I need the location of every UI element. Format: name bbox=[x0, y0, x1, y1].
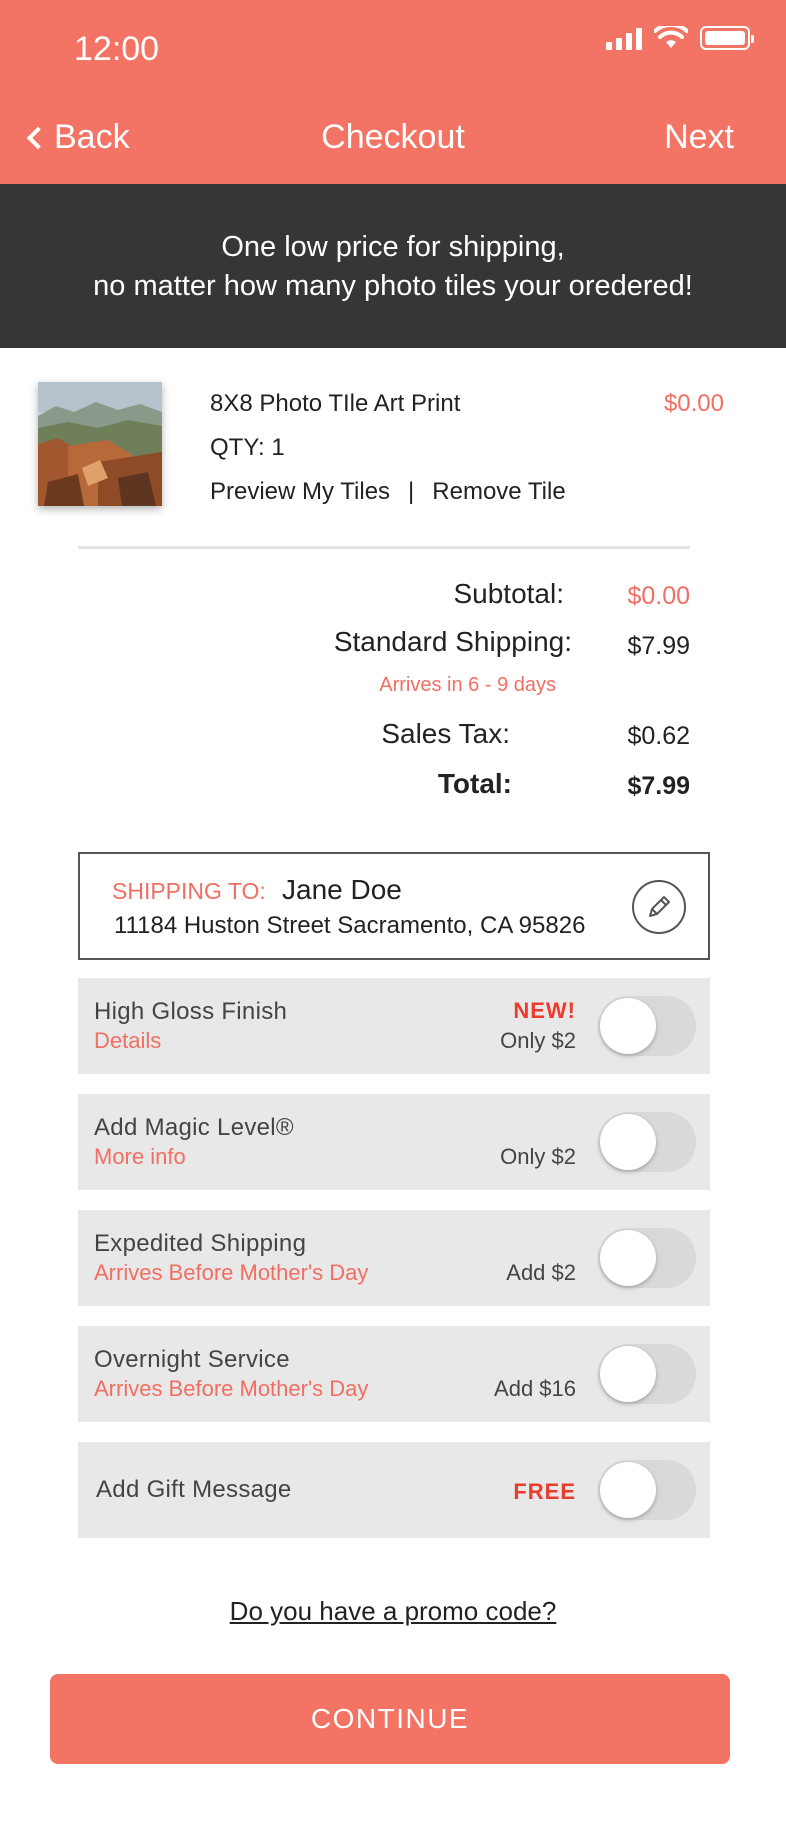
option-subtitle: Arrives Before Mother's Day bbox=[94, 1376, 369, 1401]
option-magic-level: Add Magic Level® More info Only $2 bbox=[78, 1094, 710, 1190]
item-links: Preview My Tiles | Remove Tile bbox=[210, 478, 566, 506]
option-high-gloss: High Gloss Finish Details NEW! Only $2 bbox=[78, 978, 710, 1074]
subtotal-label: Subtotal: bbox=[453, 578, 564, 609]
option-gift-message: Add Gift Message FREE bbox=[78, 1442, 710, 1538]
next-button[interactable]: Next bbox=[664, 118, 734, 157]
banner-line-2: no matter how many photo tiles your ored… bbox=[93, 270, 693, 302]
promo-code-link[interactable]: Do you have a promo code? bbox=[230, 1596, 557, 1626]
signal-icon bbox=[606, 26, 642, 50]
banner-line-1: One low price for shipping, bbox=[221, 231, 565, 263]
option-price: Add $16 bbox=[494, 1376, 576, 1401]
canyon-photo-image bbox=[38, 382, 162, 506]
more-info-link[interactable]: More info bbox=[94, 1144, 186, 1170]
tax-label: Sales Tax: bbox=[381, 718, 510, 749]
details-link[interactable]: Details bbox=[94, 1028, 161, 1054]
shipping-address-card: SHIPPING TO: Jane Doe 11184 Huston Stree… bbox=[78, 852, 710, 960]
option-price: Only $2 bbox=[500, 1144, 576, 1169]
shipping-banner: One low price for shipping, no matter ho… bbox=[0, 184, 786, 348]
preview-tiles-link[interactable]: Preview My Tiles bbox=[210, 478, 390, 506]
arrives-estimate: Arrives in 6 - 9 days bbox=[379, 674, 556, 696]
total-label: Total: bbox=[437, 768, 512, 799]
item-name: 8X8 Photo TIle Art Print bbox=[210, 390, 461, 417]
item-thumbnail bbox=[38, 382, 162, 506]
subtotal-value: $0.00 bbox=[627, 582, 690, 610]
option-title: Add Gift Message bbox=[96, 1476, 292, 1503]
expedited-shipping-toggle[interactable] bbox=[598, 1228, 696, 1288]
option-title: High Gloss Finish bbox=[94, 998, 288, 1025]
tax-value: $0.62 bbox=[627, 722, 690, 750]
status-icons bbox=[606, 26, 754, 50]
app-header: 12:00 Back Checkout Next bbox=[0, 0, 786, 184]
divider bbox=[78, 546, 690, 549]
shipping-address: 11184 Huston Street Sacramento, CA 95826 bbox=[114, 912, 586, 939]
high-gloss-toggle[interactable] bbox=[598, 996, 696, 1056]
shipping-name: Jane Doe bbox=[282, 874, 402, 905]
option-title: Overnight Service bbox=[94, 1346, 290, 1373]
item-qty: QTY: 1 bbox=[210, 434, 285, 461]
shipping-label: Standard Shipping: bbox=[333, 626, 572, 657]
wifi-icon bbox=[654, 26, 688, 48]
new-badge: NEW! bbox=[513, 998, 576, 1023]
shipping-value: $7.99 bbox=[627, 632, 690, 660]
promo-row: Do you have a promo code? bbox=[0, 1596, 786, 1627]
continue-button[interactable]: CONTINUE bbox=[50, 1674, 730, 1764]
option-title: Expedited Shipping bbox=[94, 1230, 307, 1257]
option-title: Add Magic Level® bbox=[94, 1114, 294, 1141]
option-price: Only $2 bbox=[500, 1028, 576, 1053]
battery-icon bbox=[700, 26, 754, 50]
item-price: $0.00 bbox=[663, 390, 724, 417]
link-separator: | bbox=[408, 478, 415, 505]
shipping-to-label: SHIPPING TO: bbox=[112, 878, 266, 904]
pencil-icon bbox=[649, 896, 670, 917]
option-overnight-service: Overnight Service Arrives Before Mother'… bbox=[78, 1326, 710, 1422]
remove-tile-link[interactable]: Remove Tile bbox=[432, 478, 565, 506]
option-price: Add $2 bbox=[506, 1260, 576, 1285]
gift-message-toggle[interactable] bbox=[598, 1460, 696, 1520]
total-value: $7.99 bbox=[627, 772, 690, 800]
option-expedited-shipping: Expedited Shipping Arrives Before Mother… bbox=[78, 1210, 710, 1306]
overnight-service-toggle[interactable] bbox=[598, 1344, 696, 1404]
edit-address-button[interactable] bbox=[632, 880, 686, 934]
magic-level-toggle[interactable] bbox=[598, 1112, 696, 1172]
status-time: 12:00 bbox=[74, 30, 160, 68]
option-subtitle: Arrives Before Mother's Day bbox=[94, 1260, 369, 1285]
option-price: FREE bbox=[513, 1479, 576, 1504]
